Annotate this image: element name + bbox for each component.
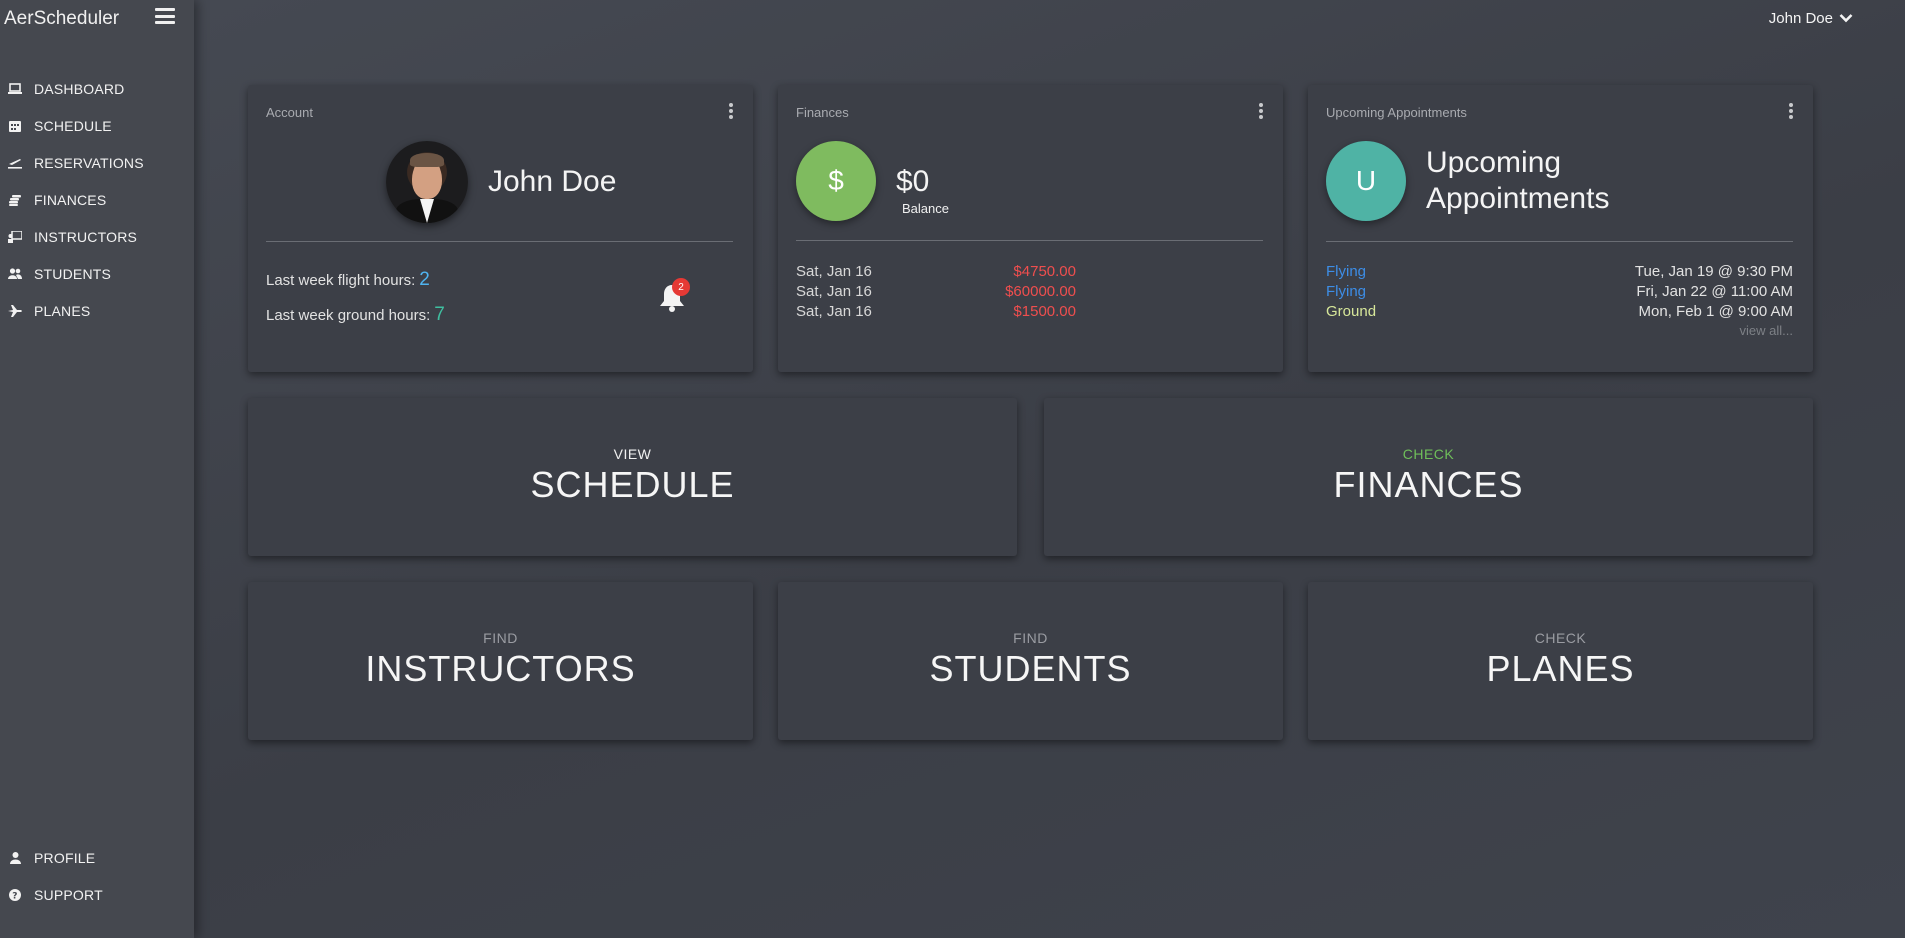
hamburger-menu-icon[interactable] — [155, 8, 175, 24]
divider — [1326, 241, 1793, 242]
account-name: John Doe — [488, 165, 617, 198]
sidebar-item-instructors[interactable]: INSTRUCTORS — [0, 218, 194, 255]
sidebar-bottom-nav: PROFILE ? SUPPORT — [0, 839, 194, 913]
dollar-icon: $ — [796, 141, 876, 221]
appointments-heading-line: Appointments — [1426, 182, 1610, 215]
sidebar-item-label: INSTRUCTORS — [34, 228, 138, 245]
appointment-type[interactable]: Flying — [1326, 283, 1366, 300]
sidebar-item-reservations[interactable]: RESERVATIONS — [0, 144, 194, 181]
card-title: Upcoming Appointments — [1326, 105, 1467, 120]
user-icon — [8, 851, 22, 865]
sidebar-item-finances[interactable]: FINANCES — [0, 181, 194, 218]
more-options-icon[interactable] — [1259, 103, 1263, 119]
user-name: John Doe — [1768, 10, 1833, 27]
sidebar-item-support[interactable]: ? SUPPORT — [0, 876, 194, 913]
more-options-icon[interactable] — [1789, 103, 1793, 119]
flight-hours-stat: Last week flight hours: 2 — [266, 269, 430, 291]
sidebar-item-label: RESERVATIONS — [34, 154, 144, 171]
appointment-time: Tue, Jan 19 @ 9:30 PM — [1634, 263, 1793, 280]
schedule-tile[interactable]: VIEW SCHEDULE — [248, 398, 1017, 556]
coins-icon — [8, 193, 22, 207]
sidebar-item-schedule[interactable]: SCHEDULE — [0, 107, 194, 144]
ground-hours-label: Last week ground hours: — [266, 307, 431, 324]
sidebar-item-label: STUDENTS — [34, 265, 112, 282]
finances-card: Finances $ $0 Balance Sat, Jan 16 $4750.… — [778, 85, 1283, 372]
question-circle-icon: ? — [8, 888, 22, 902]
sidebar-item-dashboard[interactable]: DASHBOARD — [0, 70, 194, 107]
appointments-heading: Upcoming Appointments — [1426, 145, 1656, 217]
transaction-row: Sat, Jan 16 $1500.00 — [796, 303, 1076, 320]
account-card: Account John Doe Last week flight hours:… — [248, 85, 753, 372]
sidebar-item-label: SUPPORT — [34, 886, 103, 903]
instructors-tile[interactable]: FIND INSTRUCTORS — [248, 582, 753, 740]
balance-value: $0 — [896, 165, 930, 198]
more-options-icon[interactable] — [729, 103, 733, 119]
transaction-date: Sat, Jan 16 — [796, 303, 872, 320]
sidebar-item-label: DASHBOARD — [34, 80, 125, 97]
tile-prefix: CHECK — [1534, 630, 1587, 646]
calendar-icon — [8, 119, 22, 133]
tile-title: SCHEDULE — [530, 464, 735, 505]
transaction-date: Sat, Jan 16 — [796, 283, 872, 300]
sidebar-item-planes[interactable]: PLANES — [0, 292, 194, 329]
sidebar-item-label: PLANES — [34, 302, 91, 319]
users-icon — [8, 267, 22, 281]
planes-tile[interactable]: CHECK PLANES — [1308, 582, 1813, 740]
tile-prefix: FIND — [1013, 630, 1048, 646]
divider — [796, 240, 1263, 241]
avatar — [386, 141, 468, 223]
appointments-card: Upcoming Appointments U Upcoming Appoint… — [1308, 85, 1813, 372]
transaction-amount: $60000.00 — [1005, 283, 1076, 300]
notification-badge: 2 — [672, 278, 690, 296]
tile-title: PLANES — [1486, 648, 1635, 689]
chevron-down-icon — [1833, 10, 1853, 27]
tile-title: STUDENTS — [929, 648, 1132, 689]
ground-hours-stat: Last week ground hours: 7 — [266, 304, 445, 326]
laptop-icon — [8, 82, 22, 96]
appointments-heading-line: Upcoming — [1426, 146, 1562, 179]
sidebar-item-profile[interactable]: PROFILE — [0, 839, 194, 876]
appointment-time: Fri, Jan 22 @ 11:00 AM — [1636, 283, 1793, 300]
appointment-type[interactable]: Flying — [1326, 263, 1366, 280]
appointment-row[interactable]: Flying Fri, Jan 22 @ 11:00 AM — [1326, 283, 1793, 300]
transaction-amount: $4750.00 — [1013, 263, 1076, 280]
sidebar-item-label: SCHEDULE — [34, 117, 112, 134]
students-tile[interactable]: FIND STUDENTS — [778, 582, 1283, 740]
sidebar-item-students[interactable]: STUDENTS — [0, 255, 194, 292]
divider — [266, 241, 733, 242]
finances-tile[interactable]: CHECK FINANCES — [1044, 398, 1813, 556]
sidebar-item-label: PROFILE — [34, 849, 96, 866]
sidebar-nav: DASHBOARD SCHEDULE RESERVATIONS FINANCES… — [0, 70, 194, 329]
tile-title: FINANCES — [1333, 464, 1524, 505]
flight-hours-label: Last week flight hours: — [266, 272, 416, 289]
transaction-row: Sat, Jan 16 $4750.00 — [796, 263, 1076, 280]
transaction-amount: $1500.00 — [1013, 303, 1076, 320]
svg-text:?: ? — [12, 891, 17, 901]
plane-icon — [8, 304, 22, 318]
appointment-type[interactable]: Ground — [1326, 303, 1376, 320]
card-title: Account — [266, 105, 313, 120]
sidebar-item-label: FINANCES — [34, 191, 107, 208]
transaction-date: Sat, Jan 16 — [796, 263, 872, 280]
sidebar: AerScheduler DASHBOARD SCHEDULE RESERVAT… — [0, 0, 194, 938]
user-menu-dropdown[interactable]: John Doe — [1769, 10, 1853, 27]
ground-hours-value: 7 — [434, 304, 445, 325]
transaction-row: Sat, Jan 16 $60000.00 — [796, 283, 1076, 300]
appointment-row[interactable]: Ground Mon, Feb 1 @ 9:00 AM — [1326, 303, 1793, 320]
tile-prefix: VIEW — [613, 446, 652, 462]
view-all-link[interactable]: view all... — [1740, 323, 1793, 338]
plane-departure-icon — [8, 156, 22, 170]
app-title[interactable]: AerScheduler — [4, 8, 119, 30]
tile-prefix: CHECK — [1402, 446, 1455, 462]
tile-title: INSTRUCTORS — [365, 648, 636, 689]
appointments-letter-icon: U — [1326, 141, 1406, 221]
appointment-time: Mon, Feb 1 @ 9:00 AM — [1638, 303, 1793, 320]
balance-label: Balance — [902, 201, 949, 216]
flight-hours-value: 2 — [419, 269, 430, 290]
appointment-row[interactable]: Flying Tue, Jan 19 @ 9:30 PM — [1326, 263, 1793, 280]
chalkboard-teacher-icon — [8, 230, 22, 244]
card-title: Finances — [796, 105, 849, 120]
tile-prefix: FIND — [483, 630, 518, 646]
